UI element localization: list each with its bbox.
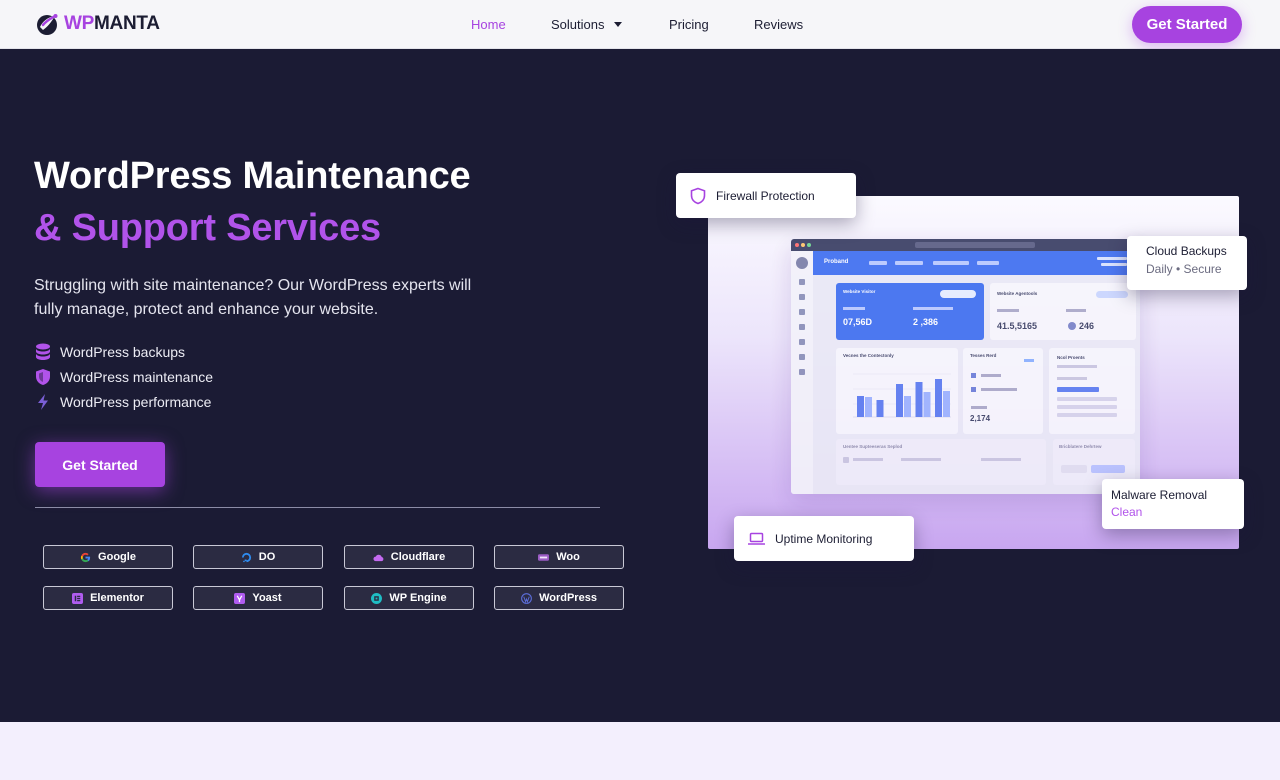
partner-badge-google: Google xyxy=(43,545,173,569)
partner-label: WordPress xyxy=(539,592,597,604)
nav-link-home[interactable]: Home xyxy=(471,17,506,32)
dashboard-bar xyxy=(943,391,950,417)
google-icon xyxy=(80,552,91,562)
lightning-icon xyxy=(34,393,52,411)
nav-link-pricing[interactable]: Pricing xyxy=(669,17,709,32)
dashboard-card1-title: Website Visitor xyxy=(843,289,876,294)
firewall-card: Firewall Protection xyxy=(676,173,856,218)
partner-label: DO xyxy=(258,551,276,563)
elementor-icon xyxy=(72,592,84,604)
dashboard-mockup: Proband Website Visitor 07,56D 2 ,386 We… xyxy=(791,239,1140,494)
dashboard-bar xyxy=(935,379,942,417)
brand-wordmark: WPMANTA xyxy=(64,13,160,35)
brand-manta: MANTA xyxy=(94,13,160,34)
partner-label: Elementor xyxy=(90,592,144,604)
dashboard-mockup-art xyxy=(791,239,1140,494)
digitalocean-icon xyxy=(241,552,251,562)
partner-label: Woo xyxy=(556,551,580,563)
partner-badge-woo: Woo xyxy=(494,545,624,569)
hero-subtitle: Struggling with site maintenance? Our Wo… xyxy=(34,277,472,318)
malware-removal-card: Malware Removal Clean xyxy=(1102,479,1244,529)
laptop-icon xyxy=(748,532,765,545)
partner-label: Yoast xyxy=(252,592,282,604)
cloud-icon xyxy=(373,554,384,561)
hero-section: WordPress Maintenance & Support Services… xyxy=(0,49,1280,722)
cloud-backups-card: Cloud Backups Daily • Secure xyxy=(1127,236,1247,290)
feature-list: WordPress backups WordPress maintenance … xyxy=(34,339,213,414)
next-section xyxy=(0,722,1280,780)
partner-label: Cloudflare xyxy=(390,551,446,563)
dashboard-card2-title: Website Agentools xyxy=(997,291,1038,296)
nav-link-solutions-label: Solutions xyxy=(551,17,605,32)
dashboard-bar xyxy=(857,396,864,417)
wordpress-icon xyxy=(521,592,532,604)
dashboard-card1-value2: 2 ,386 xyxy=(913,317,939,327)
dashboard-right-title: Ncol Proents xyxy=(1057,355,1085,360)
manta-logo-icon xyxy=(37,14,58,35)
nav-get-started-button[interactable]: Get Started xyxy=(1132,6,1242,43)
dashboard-bar xyxy=(876,400,884,417)
shield-outline-icon xyxy=(690,187,706,204)
uptime-monitoring-card: Uptime Monitoring xyxy=(734,516,914,561)
feature-item: WordPress performance xyxy=(34,389,213,414)
dashboard-mid-value: 2,174 xyxy=(970,414,991,423)
brand-logo[interactable]: WPMANTA xyxy=(34,10,160,38)
feature-label: WordPress maintenance xyxy=(60,368,214,385)
feature-item: WordPress backups xyxy=(34,339,213,364)
dashboard-bar xyxy=(915,382,923,417)
yoast-icon xyxy=(234,592,246,604)
feature-label: WordPress performance xyxy=(60,393,212,410)
dashboard-bar xyxy=(865,397,872,417)
dashboard-card1-value1: 07,56D xyxy=(843,317,873,327)
hero-get-started-button[interactable]: Get Started xyxy=(35,442,165,487)
partner-badge-cloudflare: Cloudflare xyxy=(344,545,474,569)
dashboard-bar xyxy=(904,396,911,417)
dashboard-bar xyxy=(896,384,903,417)
cloud-backups-sub: Daily • Secure xyxy=(1146,262,1222,276)
dashboard-card2-value1: 41.5,5165 xyxy=(997,321,1038,331)
woo-icon xyxy=(538,553,550,561)
uptime-monitoring-label: Uptime Monitoring xyxy=(775,531,873,546)
partner-badge-do: DO xyxy=(193,545,323,569)
hero-title-line1: WordPress Maintenance xyxy=(34,155,471,197)
feature-item: WordPress maintenance xyxy=(34,364,213,389)
database-icon xyxy=(34,343,52,361)
hero-title-line2: & Support Services xyxy=(34,207,381,249)
dashboard-mid-title: Tesses Rerd xyxy=(970,353,997,358)
top-navbar: WPMANTA Home Solutions Pricing Reviews G… xyxy=(0,0,1280,49)
wpengine-icon xyxy=(371,592,383,604)
partner-label: WP Engine xyxy=(389,592,447,604)
dashboard-chart-title: Vecnes the Contectonly xyxy=(843,353,894,358)
chevron-down-icon xyxy=(614,22,623,28)
partner-badge-wordpress: WordPress xyxy=(494,586,624,610)
feature-label: WordPress backups xyxy=(60,343,186,360)
cloud-backups-title: Cloud Backups xyxy=(1146,244,1227,258)
dashboard-bottom-right-title: Bricblatere Dehrtew xyxy=(1059,444,1102,449)
dashboard-bar xyxy=(923,392,931,417)
nav-link-reviews[interactable]: Reviews xyxy=(754,17,803,32)
hero-divider xyxy=(35,507,600,508)
shield-icon xyxy=(34,368,52,386)
partner-badge-wpengine: WP Engine xyxy=(344,586,474,610)
partner-label: Google xyxy=(98,551,136,563)
partner-badge-yoast: Yoast xyxy=(193,586,323,610)
dashboard-brand: Proband xyxy=(824,259,849,265)
malware-removal-title: Malware Removal xyxy=(1111,488,1208,502)
malware-removal-status: Clean xyxy=(1111,505,1143,519)
partner-badge-elementor: Elementor xyxy=(43,586,173,610)
nav-link-solutions[interactable]: Solutions xyxy=(551,17,623,32)
dashboard-bottom-left-title: Uentee Supteeseras Seplod xyxy=(843,444,903,449)
dashboard-card2-value2: 246 xyxy=(1079,321,1095,331)
firewall-label: Firewall Protection xyxy=(716,188,815,203)
brand-wp: WP xyxy=(64,13,95,34)
